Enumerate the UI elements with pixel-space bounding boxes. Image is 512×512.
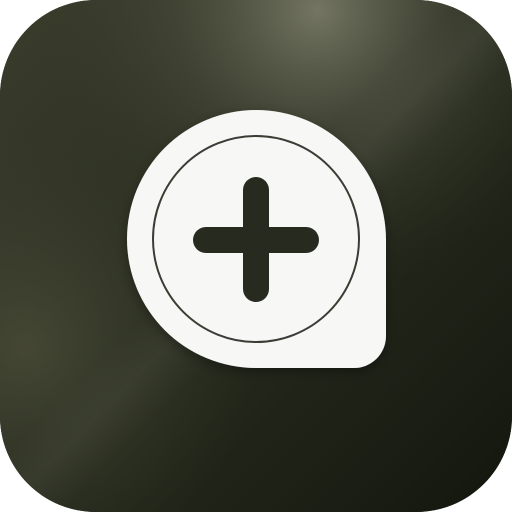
app-icon-graphic bbox=[0, 0, 512, 512]
app-icon[interactable] bbox=[0, 0, 512, 512]
